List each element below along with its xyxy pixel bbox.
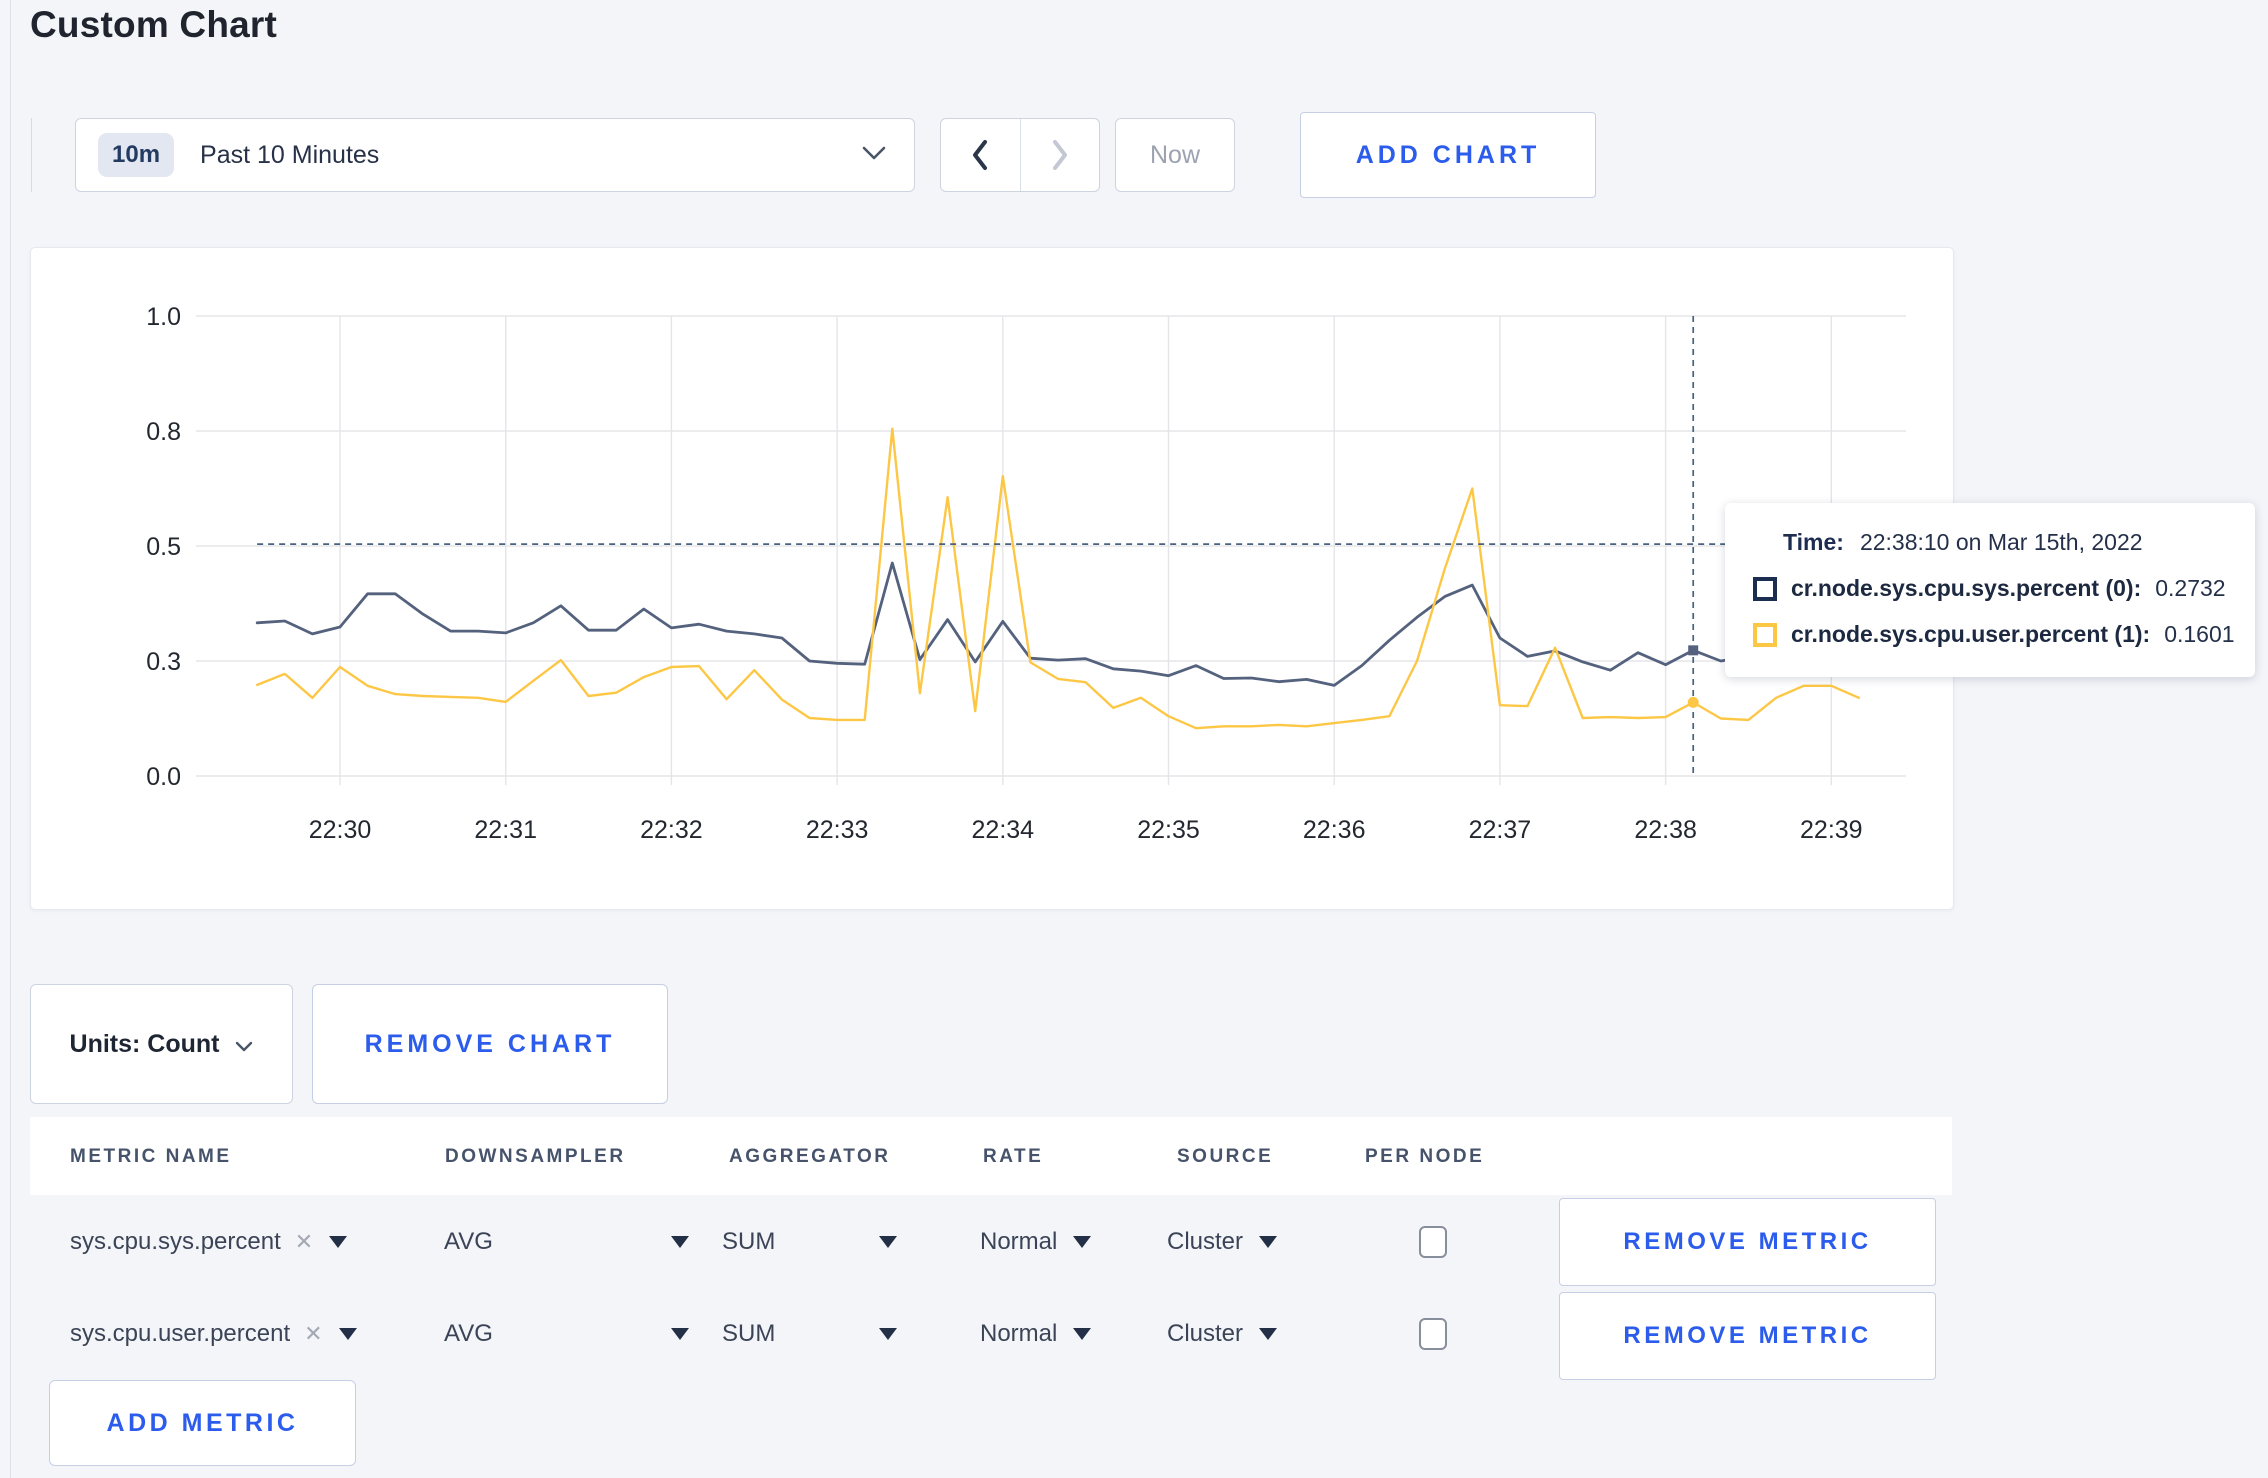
rate-select[interactable]: Normal (980, 1228, 1092, 1256)
page-left-border (10, 0, 11, 1478)
y-axis-tick-label: 0.8 (146, 418, 181, 446)
now-button[interactable]: Now (1115, 118, 1235, 192)
x-axis-tick-label: 22:37 (1469, 816, 1532, 844)
header-metric-name: METRIC NAME (70, 1146, 232, 1167)
chevron-down-icon (670, 1328, 689, 1340)
remove-metric-name-icon[interactable]: ✕ (295, 1229, 313, 1255)
remove-metric-button[interactable]: REMOVE METRIC (1559, 1198, 1936, 1286)
chevron-down-icon (1259, 1236, 1278, 1248)
aggregator-select[interactable]: SUM (722, 1228, 898, 1256)
toolbar-divider (31, 118, 32, 192)
page-title: Custom Chart (30, 4, 278, 45)
per-node-checkbox[interactable] (1419, 1226, 1447, 1258)
add-metric-button[interactable]: ADD METRIC (49, 1380, 356, 1466)
add-chart-button[interactable]: ADD CHART (1300, 112, 1596, 198)
x-axis-tick-label: 22:39 (1800, 816, 1863, 844)
x-axis-tick-label: 22:35 (1137, 816, 1200, 844)
source-select[interactable]: Cluster (1167, 1320, 1278, 1348)
y-axis-tick-label: 0.0 (146, 763, 181, 791)
tooltip-series-name: cr.node.sys.cpu.user.percent (1): (1791, 621, 2151, 647)
chart-canvas[interactable]: 0.0 0.3 0.5 0.8 1.0 22:30 22:31 22:32 22:33 22:34… (31, 248, 1953, 909)
units-dropdown[interactable]: Units: Count (30, 984, 293, 1104)
tooltip-time-value: 22:38:10 on Mar 15th, 2022 (1859, 529, 2143, 555)
chevron-down-icon (338, 1328, 357, 1340)
chevron-down-icon (235, 1030, 253, 1059)
header-source: SOURCE (1177, 1146, 1274, 1167)
x-axis-tick-label: 22:30 (309, 816, 372, 844)
chevron-down-icon (1259, 1328, 1278, 1340)
range-arrow-group (940, 118, 1100, 192)
user-series-hover-dot (1687, 696, 1699, 708)
units-label: Units: Count (69, 1029, 220, 1058)
tooltip-series-value: 0.2732 (2155, 575, 2226, 601)
source-select[interactable]: Cluster (1167, 1228, 1278, 1256)
chevron-left-icon[interactable] (941, 119, 1021, 191)
x-axis-tick-label: 22:32 (640, 816, 703, 844)
remove-chart-button[interactable]: REMOVE CHART (312, 984, 668, 1104)
y-axis-tick-label: 0.5 (146, 533, 181, 561)
header-rate: RATE (983, 1146, 1044, 1167)
time-range-label: Past 10 Minutes (200, 140, 380, 169)
y-axis-tick-label: 1.0 (146, 303, 181, 331)
header-per-node: PER NODE (1365, 1146, 1485, 1167)
x-axis-tick-label: 22:38 (1634, 816, 1697, 844)
chevron-down-icon (862, 146, 886, 165)
sys-series-hover-dot (1688, 645, 1699, 656)
user-series-line (255, 427, 1861, 730)
x-axis-tick-label: 22:31 (474, 816, 537, 844)
aggregator-select[interactable]: SUM (722, 1320, 898, 1348)
time-range-dropdown[interactable]: 10m Past 10 Minutes (75, 118, 915, 192)
downsampler-select[interactable]: AVG (444, 1320, 689, 1348)
downsampler-select[interactable]: AVG (444, 1228, 689, 1256)
y-axis-tick-label: 0.3 (146, 648, 181, 676)
header-downsampler: DOWNSAMPLER (445, 1146, 626, 1167)
user-series-legend-icon (1753, 622, 1777, 647)
sys-series-legend-icon (1753, 576, 1777, 601)
chevron-down-icon (1073, 1328, 1092, 1340)
x-axis-tick-label: 22:34 (972, 816, 1035, 844)
chevron-down-icon (329, 1236, 348, 1248)
header-aggregator: AGGREGATOR (729, 1146, 891, 1167)
metric-name-select[interactable]: sys.cpu.sys.percent ✕ (70, 1228, 348, 1256)
chevron-down-icon (879, 1328, 898, 1340)
chevron-down-icon (879, 1236, 898, 1248)
custom-chart-page: Custom Chart 10m Past 10 Minutes Now ADD… (0, 0, 2268, 1478)
chevron-right-icon[interactable] (1021, 119, 1100, 191)
tooltip-series-name: cr.node.sys.cpu.sys.percent (0): (1791, 575, 2142, 601)
metric-name-select[interactable]: sys.cpu.user.percent ✕ (70, 1320, 357, 1348)
remove-metric-button[interactable]: REMOVE METRIC (1559, 1292, 1936, 1380)
x-axis-tick-label: 22:36 (1303, 816, 1366, 844)
chevron-down-icon (670, 1236, 689, 1248)
per-node-checkbox[interactable] (1419, 1318, 1447, 1350)
sys-series-line (255, 561, 1861, 687)
chevron-down-icon (1073, 1236, 1092, 1248)
tooltip-series-value: 0.1601 (2164, 621, 2235, 647)
tooltip-time-label: Time: (1783, 529, 1844, 555)
chart-card: 0.0 0.3 0.5 0.8 1.0 22:30 22:31 22:32 22:33 22:34… (30, 247, 1954, 910)
chart-tooltip: Time: 22:38:10 on Mar 15th, 2022 cr.node… (1725, 503, 2255, 677)
rate-select[interactable]: Normal (980, 1320, 1092, 1348)
remove-metric-name-icon[interactable]: ✕ (304, 1321, 322, 1347)
time-range-badge: 10m (98, 133, 175, 177)
x-axis-tick-label: 22:33 (806, 816, 869, 844)
